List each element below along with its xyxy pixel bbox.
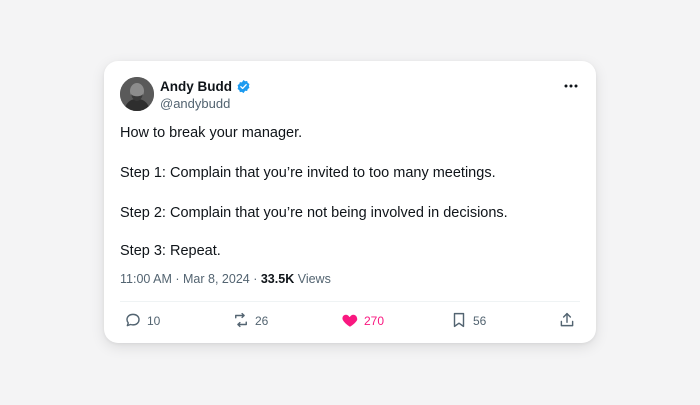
author-name[interactable]: Andy Budd — [160, 79, 232, 94]
share-icon — [558, 311, 576, 332]
reply-count: 10 — [147, 314, 161, 328]
heart-icon — [341, 311, 359, 332]
tweet-line: Step 3: Repeat. — [120, 243, 221, 259]
reply-icon — [124, 311, 142, 332]
like-button[interactable]: 270 — [341, 309, 384, 333]
more-options-icon[interactable] — [562, 79, 580, 93]
views-label: Views — [297, 272, 331, 286]
bookmark-button[interactable]: 56 — [450, 309, 486, 333]
author-name-row: Andy Budd — [160, 79, 251, 94]
tweet-line: How to break your manager. — [120, 125, 303, 141]
retweet-count: 26 — [255, 314, 269, 328]
tweet-meta: 11:00 AM · Mar 8, 2024 · 33.5K Views — [120, 272, 331, 286]
action-bar: 10 26 270 56 — [104, 309, 596, 333]
tweet-line: Step 2: Complain that you’re not being i… — [120, 205, 508, 221]
tweet-line: Step 1: Complain that you’re invited to … — [120, 165, 496, 181]
meta-separator: · — [253, 272, 261, 286]
views-count: 33.5K — [260, 272, 295, 286]
tweet-date[interactable]: Mar 8, 2024 — [183, 272, 250, 286]
retweet-icon — [232, 311, 250, 332]
divider — [120, 301, 580, 302]
bookmark-icon — [450, 311, 468, 332]
tweet-text: How to break your manager. Step 1: Compl… — [120, 123, 580, 261]
retweet-button[interactable]: 26 — [232, 309, 268, 333]
bookmark-count: 56 — [473, 314, 487, 328]
avatar[interactable] — [120, 77, 154, 111]
tweet-time[interactable]: 11:00 AM — [120, 272, 172, 286]
meta-separator: · — [175, 272, 184, 286]
author-handle[interactable]: @andybudd — [160, 96, 230, 111]
like-count: 270 — [364, 314, 385, 328]
verified-badge-icon — [236, 79, 251, 94]
tweet-card: Andy Budd @andybudd How to break your ma… — [104, 61, 596, 343]
reply-button[interactable]: 10 — [124, 309, 160, 333]
share-button[interactable] — [558, 309, 576, 333]
